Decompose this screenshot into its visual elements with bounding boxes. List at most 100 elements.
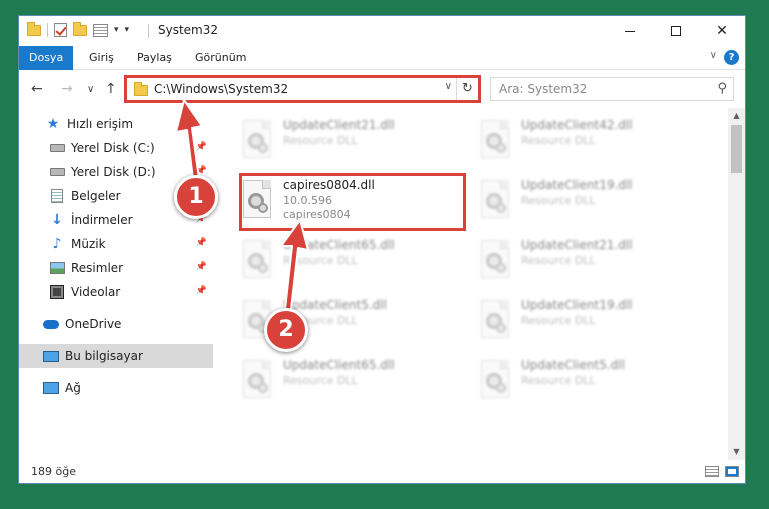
this-pc-icon	[43, 349, 59, 363]
star-icon: ★	[46, 116, 60, 132]
nav-label: İndirmeler	[71, 213, 133, 227]
onedrive-icon	[43, 317, 59, 331]
file-item[interactable]: UpdateClient19.dll Resource DLL	[473, 294, 703, 346]
maximize-icon	[671, 26, 681, 36]
nav-label: Hızlı erişim	[67, 117, 134, 131]
search-box[interactable]: Ara: System32 ⚲	[490, 77, 734, 101]
pin-icon[interactable]: 📌	[196, 262, 207, 272]
qat-dropdown-icon[interactable]: ▾	[114, 25, 119, 35]
scroll-up-icon[interactable]: ▲	[728, 108, 745, 124]
close-icon: ✕	[716, 23, 728, 39]
file-type: Resource DLL	[283, 134, 358, 147]
nav-network[interactable]: Ağ	[19, 376, 213, 400]
nav-label: Yerel Disk (D:)	[71, 165, 156, 179]
nav-label: Ağ	[65, 381, 81, 395]
status-bar: 189 öğe	[19, 460, 745, 483]
window-controls: ✕	[607, 16, 745, 46]
toolbar-divider	[47, 23, 48, 37]
dll-file-icon	[481, 360, 511, 400]
dll-file-icon	[243, 120, 273, 160]
recent-locations-icon[interactable]: ∨	[87, 84, 94, 95]
folder-icon	[27, 21, 41, 36]
tab-giris[interactable]: Giriş	[79, 46, 124, 70]
file-item[interactable]: UpdateClient5.dll Resource DLL	[473, 354, 703, 406]
maximize-button[interactable]	[653, 16, 699, 46]
window-title: System32	[158, 23, 219, 37]
nav-onedrive[interactable]: OneDrive	[19, 312, 213, 336]
file-type: Resource DLL	[521, 134, 596, 147]
step-1-badge: 1	[174, 175, 218, 219]
file-name: UpdateClient5.dll	[283, 298, 387, 312]
nav-quick-access[interactable]: ★ Hızlı erişim	[19, 112, 213, 136]
nav-label: Bu bilgisayar	[65, 349, 143, 363]
back-button[interactable]: ←	[31, 81, 43, 97]
scroll-down-icon[interactable]: ▼	[728, 444, 745, 460]
item-count: 189 öğe	[31, 465, 76, 478]
pin-icon[interactable]: 📌	[196, 238, 207, 248]
file-type: Resource DLL	[521, 194, 596, 207]
quick-access-toolbar: ▾ ▾	[27, 21, 130, 37]
tab-paylas[interactable]: Paylaş	[127, 46, 182, 70]
title-bar: ▾ ▾ System32 ✕	[19, 16, 745, 46]
nav-videos[interactable]: Videolar 📌	[19, 280, 213, 304]
nav-music[interactable]: ♪ Müzik 📌	[19, 232, 213, 256]
download-icon: ↓	[51, 212, 63, 228]
nav-this-pc[interactable]: Bu bilgisayar	[19, 344, 213, 368]
tiles-view-icon[interactable]	[725, 466, 739, 477]
pin-icon[interactable]: 📌	[196, 142, 207, 152]
nav-label: Müzik	[71, 237, 106, 251]
file-item[interactable]: UpdateClient65.dll Resource DLL	[235, 234, 465, 286]
nav-label: Belgeler	[71, 189, 121, 203]
file-name: UpdateClient19.dll	[521, 298, 633, 312]
vertical-scrollbar[interactable]: ▲ ▼	[728, 108, 745, 460]
properties-check-icon[interactable]	[54, 23, 67, 37]
qat-customize-icon[interactable]: ▾	[125, 25, 130, 35]
pictures-icon	[49, 261, 65, 275]
file-item[interactable]: UpdateClient65.dll Resource DLL	[235, 354, 465, 406]
new-folder-icon[interactable]	[73, 21, 87, 36]
title-divider	[148, 24, 149, 38]
ribbon-expand-icon[interactable]: ∨	[710, 50, 717, 61]
file-name: UpdateClient5.dll	[521, 358, 625, 372]
scroll-thumb[interactable]	[731, 125, 742, 173]
search-icon[interactable]: ⚲	[717, 81, 727, 96]
music-icon: ♪	[52, 236, 62, 252]
file-name: UpdateClient65.dll	[283, 358, 395, 372]
nav-label: Yerel Disk (C:)	[71, 141, 155, 155]
forward-button[interactable]: →	[61, 81, 73, 97]
dll-file-icon	[243, 240, 273, 280]
tab-gorunum[interactable]: Görünüm	[185, 46, 256, 70]
minimize-button[interactable]	[607, 16, 653, 46]
documents-icon	[49, 189, 65, 203]
details-view-icon[interactable]	[705, 466, 719, 477]
tab-dosya[interactable]: Dosya	[19, 46, 74, 70]
dll-file-icon	[481, 240, 511, 280]
file-type: Resource DLL	[283, 374, 358, 387]
view-props-icon[interactable]	[93, 23, 108, 37]
file-item[interactable]: UpdateClient21.dll Resource DLL	[473, 234, 703, 286]
address-highlight-box	[124, 75, 481, 103]
nav-label: Videolar	[71, 285, 121, 299]
step-2-badge: 2	[264, 308, 308, 352]
nav-label: OneDrive	[65, 317, 122, 331]
navigation-pane: ★ Hızlı erişim Yerel Disk (C:) 📌 Yerel D…	[19, 108, 213, 460]
up-button[interactable]: ↑	[105, 81, 117, 97]
file-item[interactable]: UpdateClient42.dll Resource DLL	[473, 114, 703, 166]
explorer-window: ▾ ▾ System32 ✕ Dosya Giriş Paylaş Görünü…	[18, 15, 746, 484]
network-icon	[43, 381, 59, 395]
disk-icon	[49, 141, 65, 155]
address-row: ← → ∨ ↑ C:\Windows\System32 ∨ ↻ Ara: Sys…	[19, 72, 745, 106]
search-placeholder[interactable]: Ara: System32	[499, 82, 587, 96]
file-name: UpdateClient19.dll	[521, 178, 633, 192]
file-type: Resource DLL	[521, 314, 596, 327]
file-highlight-box	[239, 173, 466, 231]
ribbon: Dosya Giriş Paylaş Görünüm ∨ ?	[19, 46, 745, 70]
nav-local-disk-c[interactable]: Yerel Disk (C:) 📌	[19, 136, 213, 160]
pin-icon[interactable]: 📌	[196, 286, 207, 296]
close-button[interactable]: ✕	[699, 16, 745, 46]
file-item[interactable]: UpdateClient19.dll Resource DLL	[473, 174, 703, 226]
file-item[interactable]: UpdateClient21.dll Resource DLL	[235, 114, 465, 166]
nav-pictures[interactable]: Resimler 📌	[19, 256, 213, 280]
help-button[interactable]: ?	[724, 50, 739, 65]
dll-file-icon	[481, 180, 511, 220]
